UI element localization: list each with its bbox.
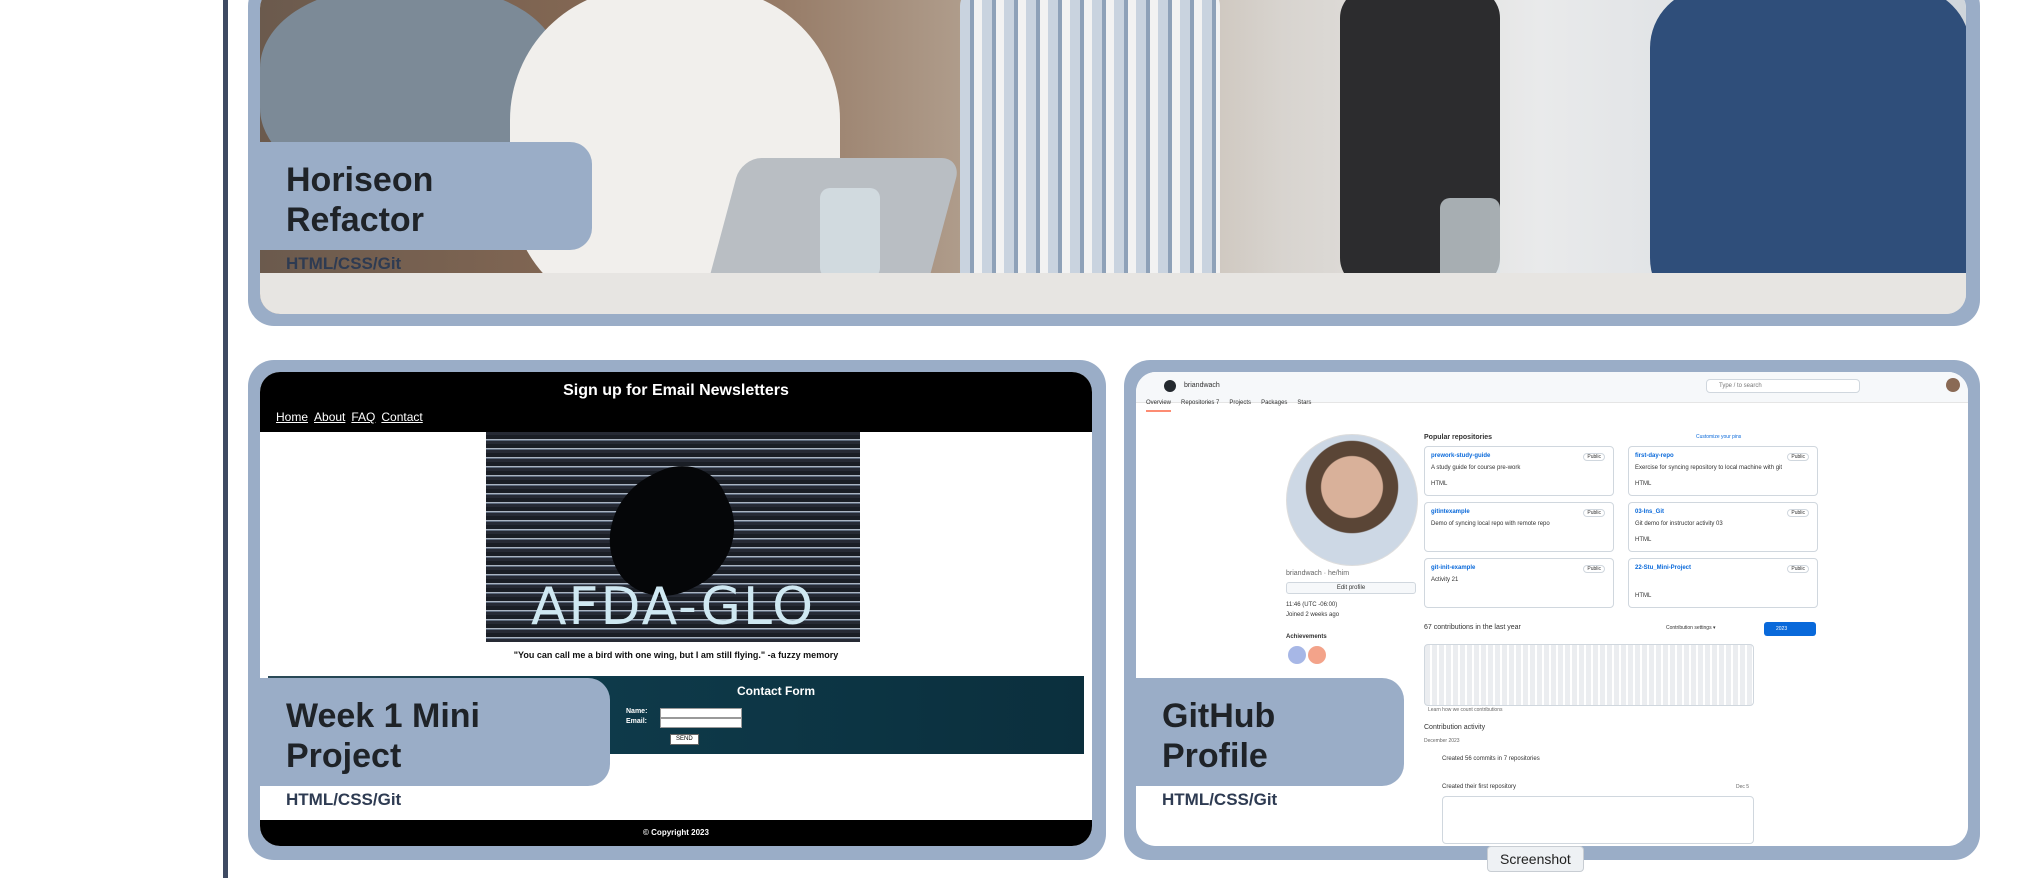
contribution-graph (1424, 644, 1754, 706)
repo-name[interactable]: 03-Ins_Git (1635, 509, 1664, 515)
repo-description: A study guide for course pre-work (1431, 465, 1521, 471)
project-image-github: briandwach Type / to search Overview Rep… (1136, 372, 1968, 846)
project-image-week1: Sign up for Email Newsletters Home About… (260, 372, 1092, 846)
email-input[interactable] (660, 718, 742, 728)
activity-heading: Contribution activity (1424, 724, 1486, 731)
nav-link-contact[interactable]: Contact (381, 410, 422, 424)
repo-card[interactable]: first-day-repo Public Exercise for synci… (1628, 446, 1818, 496)
github-username: briandwach (1184, 382, 1220, 389)
github-header: briandwach Type / to search (1136, 372, 1968, 403)
achievement-badge[interactable] (1308, 646, 1326, 664)
project-image-horiseon: Horiseon Refactor HTML/CSS/Git (260, 0, 1966, 314)
project-caption-horiseon: Horiseon Refactor HTML/CSS/Git (260, 142, 592, 273)
repo-visibility-badge: Public (1787, 565, 1809, 573)
repo-card[interactable]: gitintexample Public Demo of syncing loc… (1424, 502, 1614, 552)
newsletter-title: Sign up for Email Newsletters (563, 382, 789, 399)
repo-name[interactable]: gitintexample (1431, 509, 1470, 515)
project-card-horiseon[interactable]: Horiseon Refactor HTML/CSS/Git (248, 0, 1980, 326)
activity-date: Dec 5 (1736, 784, 1750, 790)
newsletter-quote: "You can call me a bird with one wing, b… (513, 650, 839, 660)
tab-stars[interactable]: Stars (1297, 400, 1311, 412)
activity-month: December 2023 (1424, 738, 1460, 744)
local-time: 11:46 (UTC -06:00) (1286, 602, 1338, 608)
avatar[interactable] (1946, 378, 1960, 392)
project-tech: HTML/CSS/Git (286, 790, 402, 809)
repo-name[interactable]: 22-Stu_Mini-Project (1635, 565, 1691, 571)
send-button[interactable]: SEND (670, 734, 699, 745)
joined-date: Joined 2 weeks ago (1286, 612, 1340, 618)
glitch-bird-artwork: AFDA-GLO (486, 432, 860, 642)
repo-card[interactable]: 22-Stu_Mini-Project Public HTML (1628, 558, 1818, 608)
repo-visibility-badge: Public (1787, 453, 1809, 461)
popular-repos-heading: Popular repositories (1424, 434, 1493, 441)
contributions-heading: 67 contributions in the last year (1424, 624, 1521, 631)
project-card-week1[interactable]: Sign up for Email Newsletters Home About… (248, 360, 1106, 860)
activity-panel (1442, 796, 1754, 844)
edit-profile-button[interactable]: Edit profile (1286, 582, 1416, 594)
nav-link-faq[interactable]: FAQ (351, 410, 375, 424)
repo-card[interactable]: git-init-example Public Activity 21 (1424, 558, 1614, 608)
name-label: Name: (626, 708, 648, 715)
github-tabs: Overview Repositories 7 Projects Package… (1146, 400, 1311, 412)
screenshot-tooltip: Screenshot (1487, 846, 1584, 872)
left-panel (0, 0, 226, 878)
newsletter-nav: Home About FAQ Contact (276, 410, 423, 424)
project-title: Week 1 Mini Project (286, 697, 480, 775)
year-selector[interactable]: 2023 (1764, 622, 1816, 636)
github-handle: briandwach · he/him (1286, 570, 1350, 577)
repo-description: Exercise for syncing repository to local… (1635, 465, 1783, 471)
repo-visibility-badge: Public (1583, 509, 1605, 517)
activity-first-repo: Created their first repository (1442, 784, 1517, 790)
tab-overview[interactable]: Overview (1146, 400, 1172, 412)
newsletter-header: Sign up for Email Newsletters Home About… (260, 372, 1092, 432)
activity-commits[interactable]: Created 56 commits in 7 repositories (1442, 756, 1540, 762)
tab-projects[interactable]: Projects (1229, 400, 1251, 412)
nav-link-home[interactable]: Home (276, 410, 308, 424)
project-caption-github: GitHub Profile HTML/CSS/Git (1136, 678, 1404, 809)
project-tech: HTML/CSS/Git (286, 254, 402, 273)
project-title: GitHub Profile (1162, 697, 1276, 775)
learn-contributions-link[interactable]: Learn how we count contributions (1428, 707, 1503, 713)
repo-card[interactable]: prework-study-guide Public A study guide… (1424, 446, 1614, 496)
github-search-input[interactable]: Type / to search (1706, 379, 1860, 393)
name-input[interactable] (660, 708, 742, 718)
email-label: Email: (626, 718, 648, 725)
project-card-github[interactable]: briandwach Type / to search Overview Rep… (1124, 360, 1980, 860)
repo-description: Git demo for instructor activity 03 (1635, 521, 1723, 527)
artwork-caption: AFDA-GLO (530, 577, 816, 637)
portfolio-section: Horiseon Refactor HTML/CSS/Git Sign up f… (228, 0, 2031, 878)
nav-link-about[interactable]: About (314, 410, 345, 424)
repo-visibility-badge: Public (1583, 453, 1605, 461)
repo-language: HTML (1431, 481, 1448, 487)
tab-packages[interactable]: Packages (1261, 400, 1287, 412)
repo-description: Activity 21 (1431, 577, 1459, 583)
achievement-badge[interactable] (1288, 646, 1306, 664)
repo-language: HTML (1635, 481, 1652, 487)
repo-card[interactable]: 03-Ins_Git Public Git demo for instructo… (1628, 502, 1818, 552)
github-profile-photo (1286, 434, 1418, 566)
project-title: Horiseon Refactor (286, 161, 434, 239)
repo-visibility-badge: Public (1787, 509, 1809, 517)
newsletter-footer: © Copyright 2023 (260, 820, 1092, 846)
customize-pins-link[interactable]: Customize your pins (1696, 434, 1741, 440)
repo-visibility-badge: Public (1583, 565, 1605, 573)
repo-name[interactable]: git-init-example (1431, 565, 1475, 571)
project-tech: HTML/CSS/Git (1162, 790, 1278, 809)
repo-language: HTML (1635, 593, 1652, 599)
repo-name[interactable]: first-day-repo (1635, 453, 1674, 459)
repo-name[interactable]: prework-study-guide (1431, 453, 1490, 459)
repo-language: HTML (1635, 537, 1652, 543)
github-logo-icon (1164, 380, 1176, 392)
achievements-heading: Achievements (1286, 634, 1327, 640)
tab-repositories[interactable]: Repositories 7 (1181, 400, 1219, 412)
contribution-settings[interactable]: Contribution settings ▾ (1666, 625, 1715, 631)
project-caption-week1: Week 1 Mini Project HTML/CSS/Git (260, 678, 610, 809)
repo-description: Demo of syncing local repo with remote r… (1431, 521, 1550, 527)
